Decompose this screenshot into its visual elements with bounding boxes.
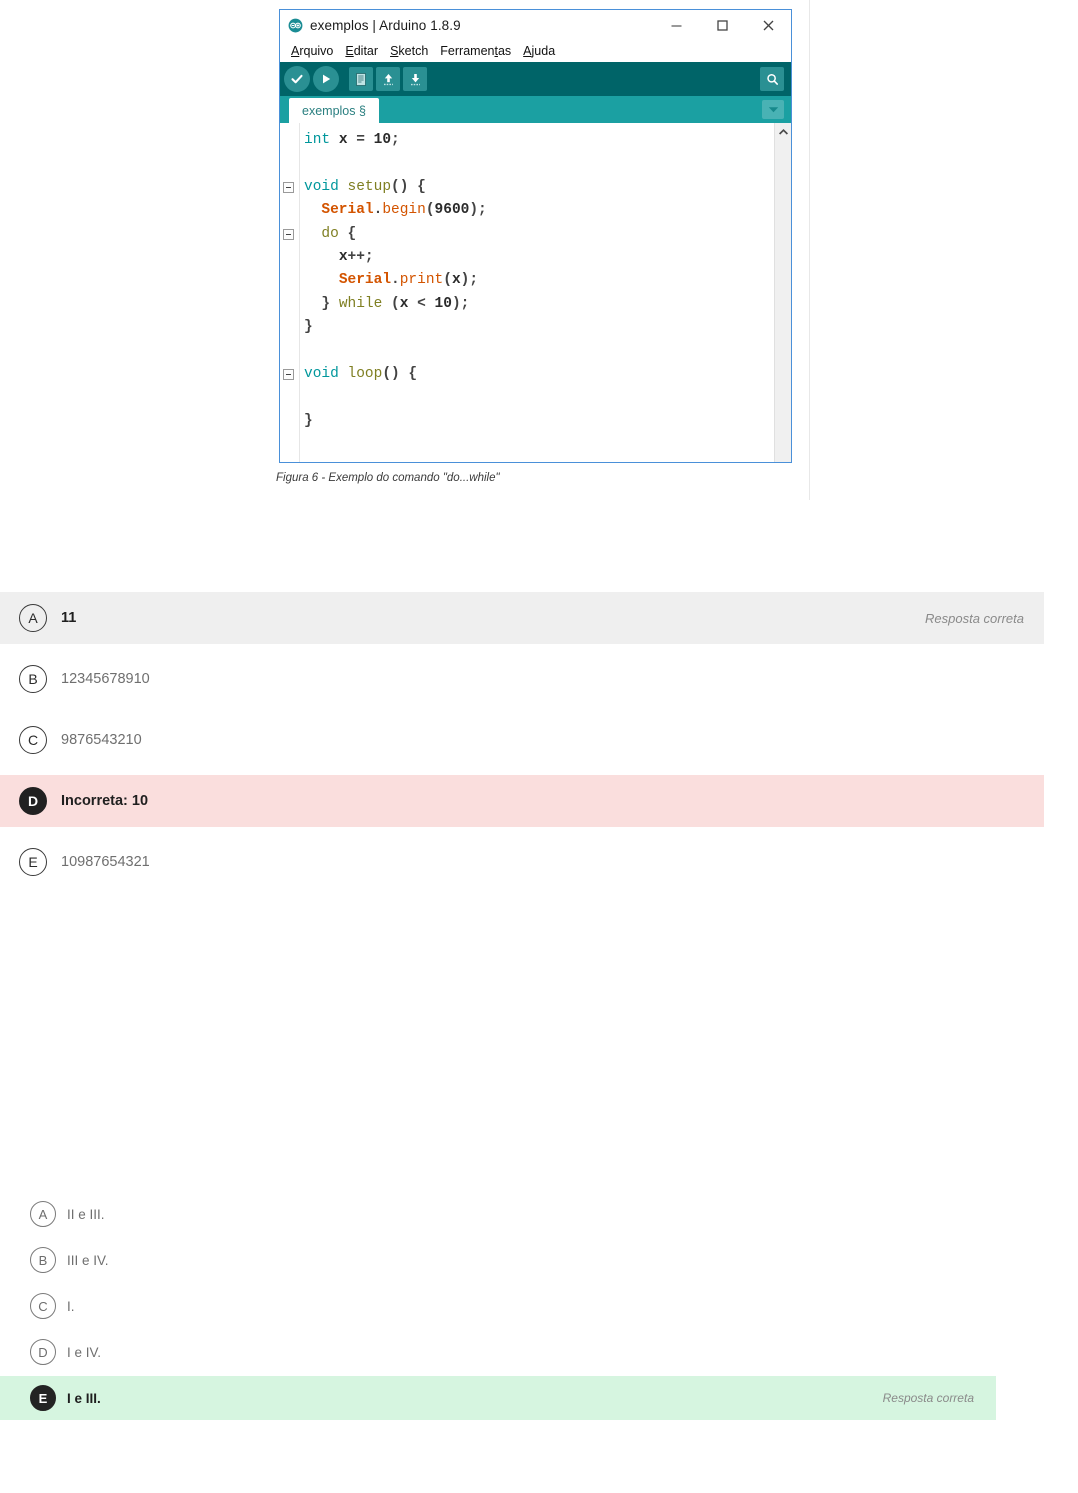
verify-button[interactable] (284, 66, 310, 92)
option-letter-badge[interactable]: C (19, 726, 47, 754)
option-letter-badge[interactable]: D (30, 1339, 56, 1365)
option-letter-badge[interactable]: B (30, 1247, 56, 1273)
answer-option-e[interactable]: E I e III. Resposta correta (0, 1376, 996, 1420)
ide-title-text: exemplos | Arduino 1.8.9 (310, 18, 461, 33)
menu-ajuda[interactable]: Ajuda (517, 41, 561, 62)
option-status-label: Resposta correta (925, 610, 1024, 626)
option-letter-badge[interactable]: D (19, 787, 47, 815)
sketch-tab-exemplos[interactable]: exemplos § (289, 98, 379, 123)
option-text: I e III. (67, 1390, 101, 1406)
answer-option-d[interactable]: D I e IV. (0, 1330, 996, 1374)
arrow-up-icon (383, 73, 393, 85)
option-text: 9876543210 (61, 732, 142, 748)
question-2-options: A II e III. B III e IV. C I. D I e IV. E I e III.… (0, 1192, 996, 1420)
arrow-right-icon (323, 74, 331, 84)
code-fold-gutter[interactable] (280, 123, 300, 462)
maximize-button[interactable] (699, 11, 745, 41)
option-letter-badge[interactable]: A (30, 1201, 56, 1227)
document-page: exemplos | Arduino 1.8.9 Arquivo Editar … (0, 0, 810, 500)
editor-scrollbar[interactable] (774, 123, 791, 462)
option-text: 10987654321 (61, 854, 150, 870)
magnifier-icon (766, 73, 778, 85)
code-line: Serial.print(x); (338, 272, 479, 289)
option-letter-badge[interactable]: E (30, 1385, 56, 1411)
option-text: I e IV. (67, 1344, 102, 1360)
window-controls (653, 10, 791, 41)
answer-option-c[interactable]: C I. (0, 1284, 996, 1328)
maximize-icon (716, 20, 728, 31)
option-letter-badge[interactable]: A (19, 604, 47, 632)
arduino-infinity-logo-icon (288, 18, 303, 33)
option-text: II e III. (67, 1206, 105, 1222)
option-status-label: Resposta correta (882, 1391, 974, 1405)
close-icon (763, 20, 773, 31)
close-button[interactable] (745, 11, 791, 41)
save-sketch-button[interactable] (403, 67, 427, 91)
new-sketch-button[interactable] (349, 67, 373, 91)
option-text: III e IV. (67, 1252, 109, 1268)
open-sketch-button[interactable] (376, 67, 400, 91)
code-line: } while (x < 10); (321, 295, 470, 312)
upload-button[interactable] (313, 66, 339, 92)
code-fold-toggle[interactable] (283, 228, 294, 240)
answer-option-b[interactable]: B III e IV. (0, 1238, 996, 1282)
code-fold-toggle[interactable] (283, 181, 294, 193)
menu-sketch[interactable]: Sketch (384, 41, 434, 62)
ide-tab-bar: exemplos § (280, 96, 791, 123)
code-line: } (304, 319, 313, 336)
minimize-button[interactable] (653, 11, 699, 41)
code-line: void setup() { (304, 178, 426, 195)
option-text: 11 (61, 610, 77, 626)
answer-option-e[interactable]: E 10987654321 (0, 836, 1044, 888)
option-letter-badge[interactable]: C (30, 1293, 56, 1319)
code-line: x++; (338, 248, 374, 265)
figure-caption: Figura 6 - Exemplo do comando "do...whil… (276, 472, 500, 484)
option-text: Incorreta: 10 (61, 793, 149, 809)
option-letter-badge[interactable]: E (19, 848, 47, 876)
code-line: int x = 10; (304, 132, 400, 148)
ide-menu-bar: Arquivo Editar Sketch Ferramentas Ajuda (280, 41, 791, 62)
sketch-tab-label: exemplos § (302, 103, 366, 118)
answer-option-c[interactable]: C 9876543210 (0, 714, 1044, 766)
chevron-up-icon[interactable] (778, 128, 789, 137)
ide-toolbar (280, 62, 791, 96)
arrow-down-icon (410, 73, 420, 85)
menu-editar[interactable]: Editar (339, 41, 384, 62)
option-text: I. (67, 1298, 75, 1314)
answer-option-b[interactable]: B 12345678910 (0, 653, 1044, 705)
minimize-icon (671, 25, 681, 27)
answer-option-a[interactable]: A II e III. (0, 1192, 996, 1236)
new-file-icon (355, 72, 366, 86)
question-1-options: A 11 Resposta correta B 12345678910 C 98765432… (0, 592, 1044, 888)
arduino-ide-window: exemplos | Arduino 1.8.9 Arquivo Editar … (279, 9, 792, 463)
code-text[interactable]: int x = 10; void setup() { Serial.begin(… (300, 123, 774, 462)
code-editor[interactable]: int x = 10; void setup() { Serial.begin(… (280, 123, 791, 462)
menu-arquivo[interactable]: Arquivo (285, 41, 339, 62)
menu-ferramentas[interactable]: Ferramentas (434, 41, 517, 62)
code-line: void loop() { (304, 365, 418, 382)
code-fold-toggle[interactable] (283, 369, 294, 380)
ide-title-bar: exemplos | Arduino 1.8.9 (280, 10, 791, 41)
answer-option-d[interactable]: D Incorreta: 10 (0, 775, 1044, 827)
option-letter-badge[interactable]: B (19, 665, 47, 693)
code-line: Serial.begin(9600); (321, 202, 487, 219)
tab-menu-button[interactable] (762, 100, 784, 119)
chevron-down-icon (768, 107, 778, 113)
answer-option-a[interactable]: A 11 Resposta correta (0, 592, 1044, 644)
code-line: do { (321, 225, 357, 242)
check-icon (291, 74, 303, 84)
serial-monitor-button[interactable] (760, 67, 784, 91)
option-text: 12345678910 (61, 671, 150, 687)
code-line: } (304, 412, 313, 429)
